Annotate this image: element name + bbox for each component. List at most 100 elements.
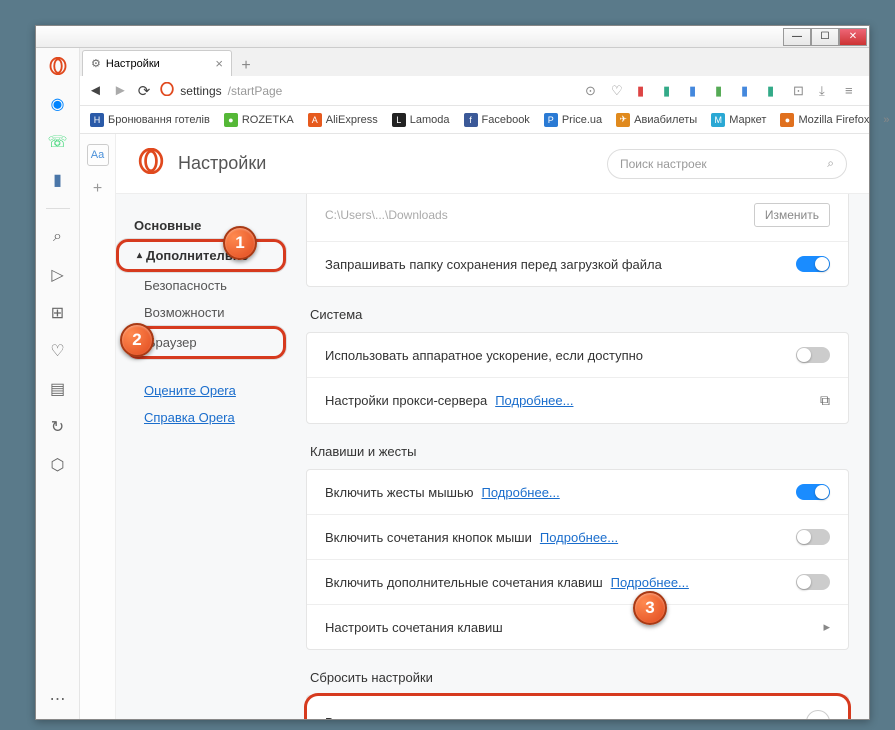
new-tab-button[interactable]: +: [236, 56, 256, 76]
bookmark-favicon: A: [308, 113, 322, 127]
reset-heading: Сбросить настройки: [310, 670, 849, 685]
chevron-right-icon: ▸: [806, 710, 830, 719]
ext5-icon[interactable]: ▮: [767, 83, 783, 99]
gear-icon: ⚙: [91, 57, 101, 70]
change-folder-button[interactable]: Изменить: [754, 203, 830, 227]
restore-defaults-row[interactable]: Восстановление настроек по умолчанию ▸: [304, 693, 851, 719]
ext4-icon[interactable]: ▮: [741, 83, 757, 99]
vpn-icon[interactable]: ⊡: [793, 83, 809, 99]
nav-security[interactable]: Безопасность: [116, 272, 286, 299]
bookmark-item[interactable]: HБронювання готелів: [90, 113, 210, 127]
translate-icon[interactable]: Aа: [87, 144, 109, 166]
opera-logo-icon: [138, 148, 164, 179]
opera-small-icon: [160, 82, 174, 99]
content-area: Aа + Настройки Поиск настроек ⌕ Основные: [80, 134, 869, 719]
gestures-heading: Клавиши и жесты: [310, 444, 849, 459]
ext2-icon[interactable]: ▮: [689, 83, 705, 99]
hw-accel-row: Использовать аппаратное ускорение, если …: [307, 333, 848, 378]
nav-help-link[interactable]: Справка Opera: [116, 404, 286, 431]
proxy-row[interactable]: Настройки прокси-сервера Подробнее... ⧉: [307, 378, 848, 423]
bookmark-item[interactable]: PPrice.ua: [544, 113, 602, 127]
history-icon[interactable]: ↻: [48, 417, 68, 437]
back-button[interactable]: ◄: [88, 82, 103, 99]
search-input[interactable]: Поиск настроек ⌕: [607, 149, 847, 179]
bookmarks-overflow-icon[interactable]: »: [883, 114, 889, 126]
opera-logo-icon[interactable]: [48, 56, 68, 76]
bookmark-item[interactable]: ●ROZETKA: [224, 113, 294, 127]
bookmark-item[interactable]: ●Mozilla Firefox: [780, 113, 869, 127]
nav-features[interactable]: Возможности: [116, 299, 286, 326]
search-icon[interactable]: ⌕: [48, 227, 68, 247]
bookmark-favicon: f: [464, 113, 478, 127]
settings-nav: Основные ▴ Дополнительно Безопасность Во…: [116, 194, 286, 719]
url-path: settings: [180, 84, 221, 98]
close-button[interactable]: ✕: [839, 28, 867, 46]
bookmark-favicon: L: [392, 113, 406, 127]
learn-more-link[interactable]: Подробнее...: [482, 485, 560, 500]
extra-shortcuts-row: Включить дополнительные сочетания клавиш…: [307, 560, 848, 605]
setting-label: Включить сочетания кнопок мыши: [325, 530, 532, 545]
snapshot-icon[interactable]: ⊙: [585, 83, 601, 99]
bookmarks-bar: HБронювання готелів ●ROZETKA AAliExpress…: [80, 106, 869, 134]
learn-more-link[interactable]: Подробнее...: [540, 530, 618, 545]
learn-more-link[interactable]: Подробнее...: [611, 575, 689, 590]
rocker-toggle[interactable]: [796, 529, 830, 545]
browser-window: — ☐ ✕ ◉ ☏ ▮ ⌕ ▷ ⊞ ♡ ▤ ↻ ⬡ ⋯ ⚙ Настройки …: [35, 25, 870, 720]
download-path: C:\Users\...\Downloads: [325, 208, 448, 222]
bookmark-item[interactable]: ✈Авиабилеты: [616, 113, 697, 127]
bookmark-favicon: ●: [780, 113, 794, 127]
hw-accel-toggle[interactable]: [796, 347, 830, 363]
speed-dial-icon[interactable]: ⊞: [48, 303, 68, 323]
window-titlebar: — ☐ ✕: [36, 26, 869, 48]
vk-icon[interactable]: ▮: [48, 170, 68, 190]
minimize-button[interactable]: —: [783, 28, 811, 46]
mouse-gestures-row: Включить жесты мышью Подробнее...: [307, 470, 848, 515]
messenger-icon[interactable]: ◉: [48, 94, 68, 114]
settings-panel[interactable]: C:\Users\...\Downloads Изменить Запрашив…: [286, 194, 869, 719]
search-icon: ⌕: [827, 156, 834, 171]
bookmark-item[interactable]: fFacebook: [464, 113, 530, 127]
tab-settings[interactable]: ⚙ Настройки ×: [82, 50, 232, 76]
bookmark-item[interactable]: LLamoda: [392, 113, 450, 127]
tab-bar: ⚙ Настройки × +: [80, 48, 869, 76]
bookmark-favicon: H: [90, 113, 104, 127]
setting-label: Настройки прокси-сервера: [325, 393, 487, 408]
bookmark-item[interactable]: ММаркет: [711, 113, 766, 127]
reload-button[interactable]: ⟳: [138, 82, 151, 100]
learn-more-link[interactable]: Подробнее...: [495, 393, 573, 408]
bookmark-favicon: P: [544, 113, 558, 127]
extensions-icon[interactable]: ⬡: [48, 455, 68, 475]
adblock-icon[interactable]: ▮: [637, 83, 653, 99]
extra-shortcuts-toggle[interactable]: [796, 574, 830, 590]
tab-close-icon[interactable]: ×: [215, 56, 223, 71]
bookmarks-icon[interactable]: ♡: [48, 341, 68, 361]
ask-folder-toggle[interactable]: [796, 256, 830, 272]
search-placeholder: Поиск настроек: [620, 157, 707, 171]
more-icon[interactable]: ⋯: [48, 689, 68, 709]
settings-body: Основные ▴ Дополнительно Безопасность Во…: [116, 194, 869, 719]
heart-icon[interactable]: ♡: [611, 83, 627, 99]
bookmark-item[interactable]: AAliExpress: [308, 113, 378, 127]
mouse-gestures-toggle[interactable]: [796, 484, 830, 500]
address-field[interactable]: settings/startPage: [160, 82, 282, 99]
address-bar: ◄ ► ⟳ settings/startPage ⊙ ♡ ▮ ▮ ▮ ▮ ▮ ▮…: [80, 76, 869, 106]
download-icon[interactable]: ⤓: [819, 83, 835, 99]
url-subpath: /startPage: [228, 84, 283, 98]
ext1-icon[interactable]: ▮: [663, 83, 679, 99]
easy-setup-icon[interactable]: ≡: [845, 83, 861, 99]
add-icon[interactable]: +: [87, 178, 109, 200]
nav-main[interactable]: Основные: [116, 212, 286, 239]
whatsapp-icon[interactable]: ☏: [48, 132, 68, 152]
nav-rate-link[interactable]: Оцените Opera: [116, 377, 286, 404]
setting-label: Запрашивать папку сохранения перед загру…: [325, 257, 662, 272]
news-icon[interactable]: ▤: [48, 379, 68, 399]
configure-shortcuts-row[interactable]: Настроить сочетания клавиш ▸: [307, 605, 848, 649]
downloads-card: C:\Users\...\Downloads Изменить Запрашив…: [306, 194, 849, 287]
forward-button[interactable]: ►: [113, 82, 128, 99]
setting-label: Включить дополнительные сочетания клавиш: [325, 575, 603, 590]
nav-advanced[interactable]: ▴ Дополнительно: [116, 239, 286, 272]
ext3-icon[interactable]: ▮: [715, 83, 731, 99]
settings-narrow-bar: Aа +: [80, 134, 116, 719]
flow-icon[interactable]: ▷: [48, 265, 68, 285]
maximize-button[interactable]: ☐: [811, 28, 839, 46]
